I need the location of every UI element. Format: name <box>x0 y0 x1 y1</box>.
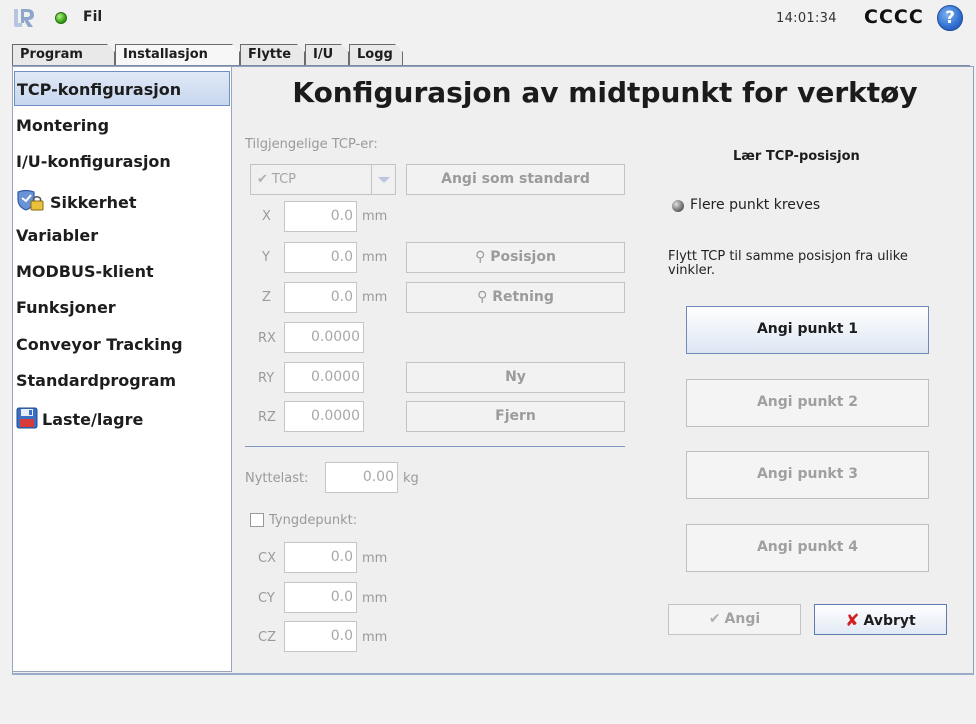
cx-unit: mm <box>362 551 388 566</box>
position-button-label: Posisjon <box>490 249 556 265</box>
orientation-button[interactable]: ⚲ Retning <box>406 282 625 313</box>
sidebar-item-label: MODBUS-klient <box>16 262 154 281</box>
ur-logo-icon <box>14 9 34 27</box>
top-bar: Fil 14:01:34 CCCC ? <box>0 0 976 36</box>
page-title: Konfigurasjon av midtpunkt for verktøy <box>292 76 918 109</box>
indicator-text: Flere punkt kreves <box>690 197 821 213</box>
sidebar-item-label: Variabler <box>16 226 99 245</box>
tcp-select[interactable]: ✔ TCP <box>250 164 396 195</box>
wrench-icon: ⚲ <box>477 289 493 305</box>
file-menu[interactable]: Fil <box>83 9 102 25</box>
y-field[interactable]: 0.0 <box>284 242 357 273</box>
rz-field[interactable]: 0.0000 <box>284 401 364 432</box>
position-button[interactable]: ⚲ Posisjon <box>406 242 625 273</box>
sidebar-item-label: I/U-konfigurasjon <box>16 152 171 171</box>
orientation-button-label: Retning <box>492 289 554 305</box>
rx-field[interactable]: 0.0000 <box>284 322 364 353</box>
status-indicator-icon <box>672 200 684 212</box>
sidebar-item-label: Montering <box>16 116 110 135</box>
new-tcp-button[interactable]: Ny <box>406 362 625 393</box>
help-icon[interactable]: ? <box>937 5 963 31</box>
sidebar-item-label: Sikkerhet <box>50 193 137 212</box>
rz-label: RZ <box>258 410 276 425</box>
teach-title: Lær TCP-posisjon <box>733 149 860 164</box>
available-tcps-label: Tilgjengelige TCP-er: <box>245 137 378 152</box>
robot-name: CCCC <box>864 6 924 28</box>
sidebar-item-iu-config[interactable]: I/U-konfigurasjon <box>14 144 230 179</box>
set-default-button[interactable]: Angi som standard <box>406 164 625 195</box>
chevron-down-icon[interactable] <box>371 165 395 194</box>
teach-instruction: Flytt TCP til samme posisjon fra ulike v… <box>668 249 908 278</box>
cog-label: Tyngdepunkt: <box>269 513 358 528</box>
set-point-3-button[interactable]: Angi punkt 3 <box>686 451 929 499</box>
tab-iu[interactable]: I/U <box>305 44 349 66</box>
y-unit: mm <box>362 250 388 265</box>
cz-field[interactable]: 0.0 <box>284 621 357 652</box>
wrench-icon: ⚲ <box>475 249 491 265</box>
section-divider <box>245 446 625 447</box>
rx-label: RX <box>258 331 276 346</box>
tab-flytte[interactable]: Flytte <box>240 44 305 66</box>
sidebar-item-label: Conveyor Tracking <box>16 335 183 354</box>
ry-field[interactable]: 0.0000 <box>284 362 364 393</box>
cy-field[interactable]: 0.0 <box>284 582 357 613</box>
ry-label: RY <box>258 371 275 386</box>
sidebar-item-conveyor[interactable]: Conveyor Tracking <box>14 327 230 362</box>
x-unit: mm <box>362 209 388 224</box>
cz-unit: mm <box>362 630 388 645</box>
floppy-disk-icon <box>16 407 38 429</box>
check-icon: ✔ <box>708 611 721 627</box>
z-field[interactable]: 0.0 <box>284 282 357 313</box>
sidebar-item-tcp[interactable]: TCP-konfigurasjon <box>14 71 230 106</box>
sidebar-item-variabler[interactable]: Variabler <box>14 218 230 253</box>
sidebar-item-montering[interactable]: Montering <box>14 108 230 143</box>
cx-label: CX <box>258 551 276 566</box>
payload-label: Nyttelast: <box>245 471 309 486</box>
sidebar: TCP-konfigurasjon Montering I/U-konfigur… <box>12 66 232 672</box>
sidebar-item-label: Standardprogram <box>16 371 177 390</box>
x-field[interactable]: 0.0 <box>284 201 357 232</box>
sidebar-item-label: Laste/lagre <box>42 410 144 429</box>
robot-status-icon[interactable] <box>55 12 67 24</box>
cz-label: CZ <box>258 630 276 645</box>
sidebar-item-standardprogram[interactable]: Standardprogram <box>14 363 230 398</box>
tab-program[interactable]: Program <box>12 44 115 66</box>
z-unit: mm <box>362 290 388 305</box>
sidebar-item-sikkerhet[interactable]: Sikkerhet <box>14 180 230 215</box>
footer-divider <box>12 673 974 675</box>
set-point-2-button[interactable]: Angi punkt 2 <box>686 379 929 427</box>
check-icon: ✔ <box>257 172 268 187</box>
z-label: Z <box>262 290 271 305</box>
cancel-button-label: Avbryt <box>863 613 916 629</box>
y-label: Y <box>262 250 270 265</box>
cy-unit: mm <box>362 591 388 606</box>
payload-unit: kg <box>403 471 419 486</box>
remove-tcp-button[interactable]: Fjern <box>406 401 625 432</box>
cx-field[interactable]: 0.0 <box>284 542 357 573</box>
x-label: X <box>262 209 271 224</box>
sidebar-item-modbus[interactable]: MODBUS-klient <box>14 254 230 289</box>
sidebar-item-funksjoner[interactable]: Funksjoner <box>14 290 230 325</box>
cog-checkbox[interactable] <box>250 513 264 527</box>
apply-button[interactable]: ✔ Angi <box>668 604 801 635</box>
tab-installasjon[interactable]: Installasjon <box>115 44 240 67</box>
payload-field[interactable]: 0.00 <box>325 462 398 493</box>
clock: 14:01:34 <box>776 11 837 26</box>
set-point-4-button[interactable]: Angi punkt 4 <box>686 524 929 572</box>
set-point-1-button[interactable]: Angi punkt 1 <box>686 306 929 354</box>
shield-lock-icon <box>17 189 44 211</box>
tcp-select-value: TCP <box>271 172 297 187</box>
cy-label: CY <box>258 591 275 606</box>
close-icon: ✘ <box>845 611 860 631</box>
apply-button-label: Angi <box>724 611 761 627</box>
sidebar-item-label: TCP-konfigurasjon <box>17 80 182 99</box>
sidebar-item-laste-lagre[interactable]: Laste/lagre <box>14 399 230 434</box>
tab-logg[interactable]: Logg <box>349 44 403 66</box>
cancel-button[interactable]: ✘ Avbryt <box>814 604 947 635</box>
sidebar-item-label: Funksjoner <box>16 298 116 317</box>
